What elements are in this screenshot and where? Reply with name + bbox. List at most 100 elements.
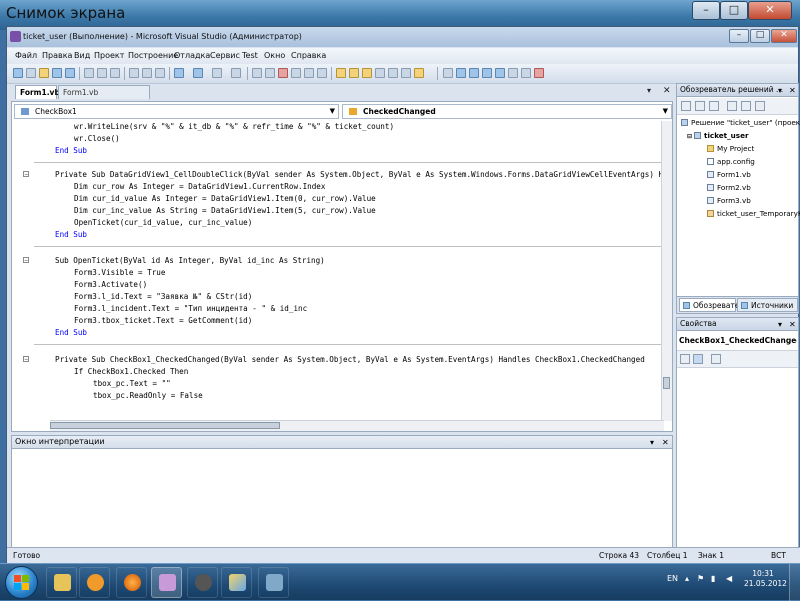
horizontal-scrollbar[interactable] (50, 420, 664, 431)
menu-file[interactable]: Файл (15, 51, 37, 60)
tree-item-form2[interactable]: Form2.vb (707, 182, 751, 193)
properties-icon[interactable] (681, 101, 691, 111)
close-icon[interactable]: ✕ (789, 85, 796, 97)
find-icon[interactable] (129, 68, 139, 78)
threads-icon[interactable] (521, 68, 531, 78)
watch-icon[interactable] (495, 68, 505, 78)
start-page-icon[interactable] (388, 68, 398, 78)
collapse-icon[interactable]: − (23, 356, 29, 363)
tab-data-sources[interactable]: Источники ... (737, 298, 798, 323)
navigate-back-icon[interactable] (212, 68, 222, 78)
vs-close-button[interactable]: ✕ (771, 29, 797, 43)
menu-build[interactable]: Построение (128, 51, 178, 60)
show-hidden-icons-icon[interactable]: ▴ (685, 574, 694, 583)
navigate-forward-icon[interactable] (231, 68, 241, 78)
menu-debug[interactable]: Отладка (174, 51, 210, 60)
continue-icon[interactable] (252, 68, 262, 78)
menu-test[interactable]: Test (242, 51, 258, 60)
taskbar-visual-studio[interactable] (151, 567, 182, 598)
save-all-icon[interactable] (65, 68, 75, 78)
new-project-icon[interactable] (13, 68, 23, 78)
language-indicator[interactable]: EN (667, 574, 678, 583)
toolbox-icon[interactable] (375, 68, 385, 78)
alphabetical-icon[interactable] (693, 354, 703, 364)
tree-item-project[interactable]: ⊟ ticket_user (687, 130, 749, 142)
network-icon[interactable]: ▮ (711, 574, 720, 583)
flag-icon[interactable]: ⚑ (697, 574, 706, 583)
extension-manager-icon[interactable] (401, 68, 411, 78)
tab-form1-designer[interactable]: Form1.vb [Конструктор] (58, 85, 150, 110)
tree-item-form1[interactable]: Form1.vb (707, 169, 751, 180)
collapse-icon[interactable]: − (23, 257, 29, 264)
view-code-icon[interactable] (727, 101, 737, 111)
refresh-icon[interactable] (709, 101, 719, 111)
pin-icon[interactable]: ▾ (647, 86, 651, 95)
taskbar-explorer[interactable] (46, 567, 77, 598)
locals-icon[interactable] (482, 68, 492, 78)
step-into-icon[interactable] (291, 68, 301, 78)
redo-icon[interactable] (193, 68, 203, 78)
view-designer-icon[interactable] (741, 101, 751, 111)
output-icon[interactable] (534, 68, 544, 78)
save-icon[interactable] (52, 68, 62, 78)
property-pages-icon[interactable] (711, 354, 721, 364)
start-button[interactable] (5, 566, 38, 599)
close-icon[interactable]: ✕ (662, 437, 669, 449)
properties-object-selector[interactable]: CheckBox1_CheckedChanged At ▾ (679, 334, 797, 348)
menu-window[interactable]: Окно (264, 51, 285, 60)
add-item-icon[interactable] (26, 68, 36, 78)
collapse-icon[interactable]: − (23, 171, 29, 178)
comment-icon[interactable] (142, 68, 152, 78)
taskbar-screenshot[interactable] (258, 567, 289, 598)
show-next-statement-icon[interactable] (469, 68, 479, 78)
close-icon[interactable]: ✕ (789, 319, 796, 331)
tree-item-temporary-key[interactable]: ticket_user_TemporaryKe (707, 208, 800, 219)
call-stack-icon[interactable] (508, 68, 518, 78)
volume-icon[interactable]: ◀ (726, 574, 735, 583)
menu-tools[interactable]: Сервис (210, 51, 240, 60)
pin-icon[interactable]: ▾ (778, 319, 782, 331)
hex-display-icon[interactable] (456, 68, 466, 78)
tree-item-my-project[interactable]: My Project (707, 143, 754, 154)
stop-debugging-icon[interactable] (278, 68, 288, 78)
show-all-files-icon[interactable] (695, 101, 705, 111)
scroll-thumb[interactable] (50, 422, 280, 429)
taskbar-snipping-tool[interactable] (187, 567, 218, 598)
step-out-icon[interactable] (317, 68, 327, 78)
vs-maximize-button[interactable]: □ (750, 29, 770, 43)
taskbar-paint[interactable] (221, 567, 252, 598)
taskbar-firefox[interactable] (116, 567, 147, 598)
vertical-scrollbar[interactable] (661, 121, 672, 421)
tab-form1-code[interactable]: Form1.vb (15, 85, 60, 99)
copy-icon[interactable] (97, 68, 107, 78)
maximize-button[interactable]: □ (720, 1, 748, 20)
class-diagram-icon[interactable] (755, 101, 765, 111)
show-desktop-button[interactable] (789, 564, 800, 601)
menu-help[interactable]: Справка (291, 51, 326, 60)
tree-item-form3[interactable]: Form3.vb (707, 195, 751, 206)
object-browser-icon[interactable] (362, 68, 372, 78)
open-file-icon[interactable] (39, 68, 49, 78)
step-over-icon[interactable] (304, 68, 314, 78)
tree-item-app-config[interactable]: app.config (707, 156, 755, 167)
cut-icon[interactable] (84, 68, 94, 78)
expand-icon[interactable]: ⊟ (687, 133, 692, 140)
pause-icon[interactable] (265, 68, 275, 78)
menu-view[interactable]: Вид (74, 51, 90, 60)
taskbar-media-player[interactable] (79, 567, 110, 598)
uncomment-icon[interactable] (155, 68, 165, 78)
code-area[interactable]: wr.WriteLine(srv & "%" & it_db & "%" & r… (12, 121, 662, 421)
close-document-icon[interactable]: ✕ (663, 86, 671, 96)
code-editor[interactable]: CheckBox1 ▼ CheckedChanged ▼ wr.WriteLin… (11, 101, 673, 432)
menu-project[interactable]: Проект (94, 51, 124, 60)
tree-item-solution[interactable]: Решение "ticket_user" (проекто (681, 117, 800, 128)
properties-window-icon[interactable] (349, 68, 359, 78)
command-window-icon[interactable] (414, 68, 424, 78)
tab-solution-explorer[interactable]: Обозревате... (679, 298, 747, 312)
categorized-icon[interactable] (680, 354, 690, 364)
pin-icon[interactable]: ▾ (778, 85, 782, 97)
scroll-thumb[interactable] (663, 377, 670, 389)
solution-explorer-icon[interactable] (336, 68, 346, 78)
class-name-combo[interactable]: CheckBox1 ▼ (14, 104, 339, 119)
minimize-button[interactable]: – (692, 1, 720, 20)
